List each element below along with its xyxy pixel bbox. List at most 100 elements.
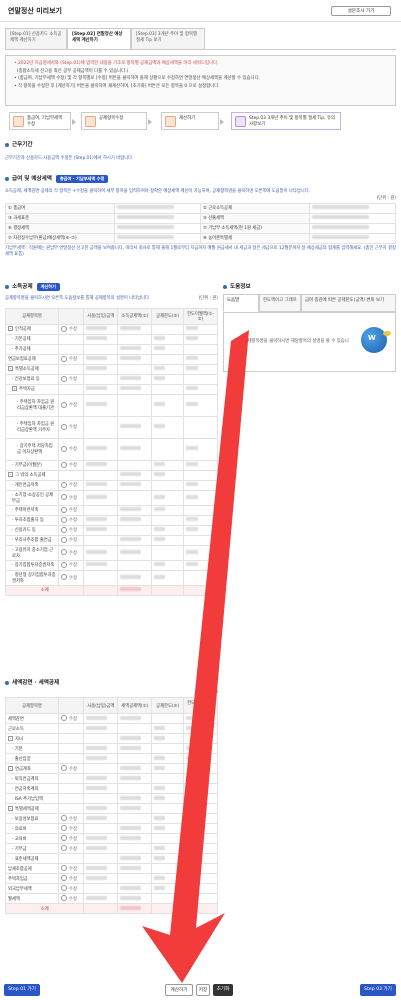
collapse-toggle-icon[interactable]: - [8, 472, 13, 477]
deduction-item-name[interactable]: · 장기주택 저당차입금 이자상환액 [5, 437, 59, 461]
deduction-item-name[interactable]: - 연금계좌 [5, 763, 59, 774]
edit-salary-button[interactable]: 총급여 · 기납부세액 수정 [55, 174, 109, 183]
edit-button[interactable]: 수정 [61, 538, 77, 543]
deduction-item-name[interactable]: · 소기업·소상공인 공제부금 [5, 489, 59, 506]
deduction-item-name[interactable]: · 주택마련저축 [5, 504, 59, 516]
calculator-icon [13, 116, 24, 127]
deduction-item-name[interactable]: · 기부금(이월분) [5, 459, 59, 471]
collapse-toggle-icon[interactable]: - [8, 366, 13, 371]
edit-button[interactable]: 수정 [61, 847, 77, 852]
calculate-footer-button[interactable]: 계산하기 [165, 984, 193, 996]
edit-button[interactable]: 수정 [61, 827, 77, 832]
tab-step-01[interactable]: [Step.01] 신용카드 소득공제액 계산하기 [5, 28, 67, 50]
table-row: 세액감면 수정 [5, 713, 218, 724]
edit-button[interactable]: 수정 [61, 867, 77, 872]
edit-button[interactable]: 수정 [61, 377, 77, 382]
edit-button[interactable]: 수정 [61, 496, 77, 501]
deduction-item-name[interactable]: 외국납부세액 [5, 883, 59, 894]
deduction-item-name[interactable]: · 연금저축계좌 [5, 783, 59, 794]
table-row: · 소기업·소상공인 공제부금 수정 [5, 489, 218, 506]
deduction-item-name[interactable]: · 개인연금저축 [5, 479, 59, 491]
deduction-item-name[interactable]: · 주택임차 차입금 원리금상환액 거주자 [5, 415, 59, 439]
deduction-item-name[interactable]: -그 밖의 소득공제 [5, 469, 59, 481]
deduction-item-name[interactable]: · 청년형 장기집합투자증권저축 [5, 569, 59, 586]
edit-button[interactable]: 수정 [61, 463, 77, 468]
step-go-03[interactable]: Step.03 3개년 추이 및 항목별 절세 Tip, 유의사항보기 [231, 112, 341, 130]
deduction-item-name[interactable]: · 신용카드 등 [5, 524, 59, 536]
deduction-item-name[interactable]: 납세조합공제 [5, 863, 59, 874]
edit-button[interactable]: 수정 [61, 817, 77, 822]
edit-button[interactable]: 수정 [61, 576, 77, 581]
prev-step-button[interactable]: Step 01 가기 [4, 984, 40, 996]
deduction-item-name[interactable]: · 의료비 [5, 823, 59, 834]
deduction-item-name[interactable]: 월세액 [5, 893, 59, 904]
step-calculate[interactable]: 계산하기 [161, 112, 224, 130]
help-tab-help[interactable]: 도움말 [223, 294, 259, 312]
deduction-item-name[interactable]: · 표준세액공제 [5, 853, 59, 864]
deduction-item-name[interactable]: - 특별세액공제 [5, 803, 59, 814]
edit-button[interactable]: 수정 [61, 897, 77, 902]
next-step-button[interactable]: Step 03 가기 [360, 984, 396, 996]
deduction-item-name[interactable]: - 인적공제 [5, 323, 59, 335]
edit-button[interactable]: 수정 [61, 563, 77, 568]
edit-button[interactable]: 수정 [61, 327, 77, 332]
edit-button[interactable]: 수정 [61, 357, 77, 362]
tab-step-02[interactable]: [Step.02] 연말정산 예상세액 계산하기 [67, 28, 131, 50]
table-row: · 보장성보험료 수정 [5, 813, 218, 824]
edit-button[interactable]: 수정 [61, 551, 77, 556]
deduction-item-name[interactable]: - 특별소득공제 [5, 363, 59, 375]
save-button[interactable]: 저장 [196, 984, 210, 996]
deduction-item-name[interactable]: 연금보험료공제 [5, 353, 59, 365]
deduction-item-name[interactable]: · 교육비 [5, 833, 59, 844]
income-deduction-section: 소득공제 계산하기 공제항목명을 클릭하시면 오른쪽 도움정보를 통해 공제항목의… [4, 282, 218, 596]
deduction-item-name[interactable]: · 출산입양 [5, 753, 59, 764]
deduction-item-name[interactable]: - 자녀 [5, 733, 59, 744]
deduction-item-name[interactable]: · 장기집합투자증권저축 [5, 559, 59, 571]
step-edit-deduction[interactable]: 공제항목수정 [81, 112, 152, 130]
edit-button[interactable]: 수정 [61, 767, 77, 772]
deduction-item-name[interactable]: · 주택임차 차입금 원리금상환액 대출기관 [5, 393, 59, 417]
edit-button[interactable]: 수정 [61, 425, 77, 430]
edit-button[interactable]: 수정 [61, 717, 77, 722]
deduction-item-name[interactable]: · 보장성보험료 [5, 813, 59, 824]
salary-note: 소득공제, 세액감면·공제의 각 항목은 +수정을 클릭하여 세부 항목을 입력… [5, 188, 311, 194]
edit-button[interactable]: 수정 [61, 877, 77, 882]
survey-button[interactable]: 설문조사 가기 [331, 6, 391, 16]
edit-button[interactable]: 수정 [61, 887, 77, 892]
deduction-item-name[interactable]: 근로소득 [5, 723, 59, 734]
deduction-item-name[interactable]: · 퇴직연금계좌 [5, 773, 59, 784]
deduction-item-name[interactable]: - 주택자금 [5, 383, 59, 395]
collapse-toggle-icon[interactable]: - [8, 765, 13, 771]
deduction-item-name[interactable]: · 추가공제 [5, 343, 59, 355]
help-tab-graph[interactable]: 한도액이고 그래프 [259, 294, 301, 312]
deduction-item-name[interactable]: · 기부금 [5, 843, 59, 854]
collapse-toggle-icon[interactable]: - [8, 805, 13, 811]
collapse-toggle-icon[interactable]: - [12, 386, 17, 391]
tab-step-03[interactable]: [Step.03] 3개년 추이 및 항목별 절세 Tip 보기 [131, 28, 205, 50]
edit-button[interactable]: 수정 [61, 447, 77, 452]
edit-button[interactable]: 수정 [61, 483, 77, 488]
edit-button[interactable]: 수정 [61, 403, 77, 408]
collapse-toggle-icon[interactable]: - [8, 735, 13, 741]
step-edit-salary[interactable]: 총급여, 기납부세액 수정 [9, 112, 76, 130]
salary-input[interactable] [114, 202, 201, 214]
edit-button[interactable]: 수정 [61, 528, 77, 533]
prepaid-tax-input[interactable] [309, 222, 396, 234]
edit-button[interactable]: 수정 [61, 837, 77, 842]
deduction-item-name[interactable]: · 투자조합출자 등 [5, 514, 59, 526]
edit-button[interactable]: 수정 [61, 508, 77, 513]
reset-button[interactable]: 초기화 [213, 984, 233, 996]
calculate-button[interactable]: 계산하기 [36, 282, 61, 291]
deduction-item-name[interactable]: · ISA 추가납입액 [5, 793, 59, 804]
deduction-item-name[interactable]: · 건강보험료 등 [5, 373, 59, 385]
table-row: · 고용유지 중소기업 근로자 수정 [5, 544, 218, 561]
collapse-toggle-icon[interactable]: - [8, 326, 13, 331]
deduction-item-name[interactable]: · 기본 [5, 743, 59, 754]
deduction-item-name[interactable]: · 기본공제 [5, 333, 59, 345]
deduction-item-name[interactable]: · 고용유지 중소기업 근로자 [5, 544, 59, 561]
edit-button[interactable]: 수정 [61, 518, 77, 523]
help-tab-change[interactable]: 급여 종감에 따른 공제한도(금액) 변화 보기 [301, 294, 396, 312]
deduction-item-name[interactable]: · 우리사주조합 출연금 [5, 534, 59, 546]
deduction-item-name[interactable]: 주택차입금 [5, 873, 59, 884]
deduction-item-name[interactable]: 세액감면 [5, 713, 59, 724]
